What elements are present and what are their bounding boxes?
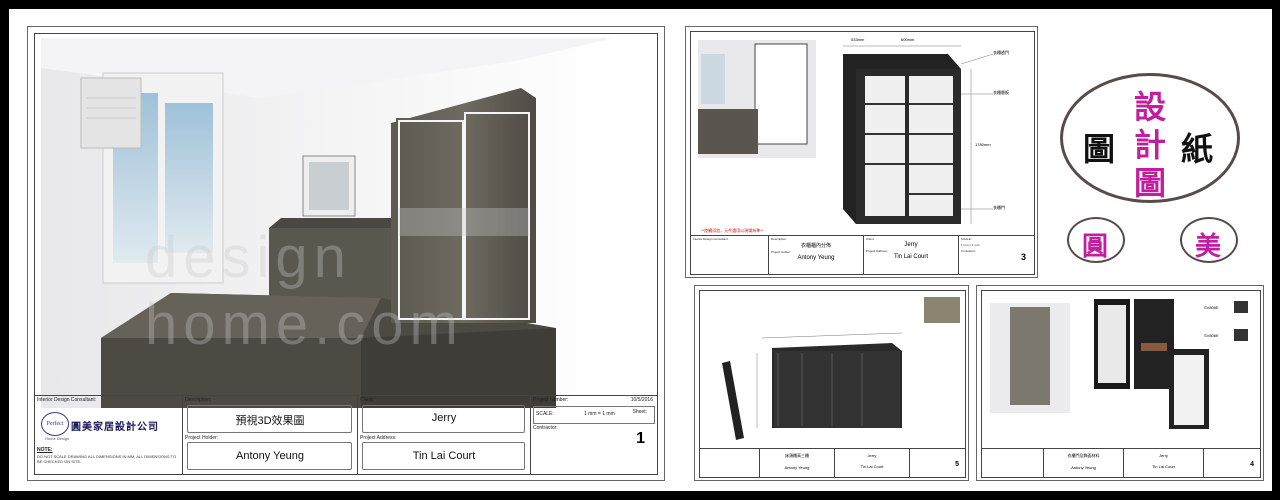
sheet5-description: 床頭櫃高三櫃: [785, 453, 809, 458]
drawing-frame: design home.com Interior Design Consulta…: [34, 33, 658, 475]
headboard-cabinet-drawing: [722, 297, 960, 440]
dim-depth: 533mm: [851, 37, 865, 42]
badge-left-char: 圖: [1083, 130, 1116, 168]
sheet5-holder: Antony Yeung: [784, 465, 810, 470]
note-red: **陸續添加，元件選用以現場為準**: [701, 228, 764, 233]
project-address-label: Project Address:: [360, 435, 397, 441]
wardrobe-interior-render: [698, 40, 994, 224]
company-name: 圓美家居設計公司: [71, 422, 159, 433]
design-drawing-badge: 圖 設 計 圖 紙: [1060, 73, 1240, 203]
sheet4-frame: SV806E SV806E 衣櫃門及飾面材料 Antony Yeung Jerr…: [981, 290, 1261, 478]
callout-2: 衣櫃層板: [993, 90, 1009, 95]
wardrobe-doors-drawing: [990, 299, 1248, 429]
consultant-label: Interior Design Consultant:: [37, 397, 97, 403]
project-address-value: Tin Lai Court: [412, 450, 476, 462]
sheet5-frame: 床頭櫃高三櫃 Antony Yeung Jerry Tin Lai Court …: [699, 290, 966, 478]
callout-3: 衣櫃門: [993, 205, 1005, 210]
project-holder-label: Project Holder:: [185, 435, 219, 441]
description-label: Description:: [185, 397, 212, 403]
material-label-2: SV806E: [1204, 333, 1219, 338]
sheet3-title-block: Interior Design Consultant: Description:…: [691, 235, 1034, 274]
sheet-label: Sheet:: [632, 409, 647, 415]
sheet3-number: 3: [1020, 252, 1026, 262]
air-conditioner: [80, 77, 142, 149]
drawing-sheet-4[interactable]: SV806E SV806E 衣櫃門及飾面材料 Antony Yeung Jerr…: [976, 285, 1264, 481]
client-label: Client:: [360, 397, 375, 403]
dim-height: 1780mm: [975, 142, 991, 147]
sheet3-description: 衣櫃櫃內分佈: [800, 243, 831, 249]
sheet5-address: Tin Lai Court: [860, 464, 884, 469]
gallery-panel: design home.com Interior Design Consulta…: [9, 9, 1272, 491]
sheet4-holder: Antony Yeung: [1071, 465, 1096, 470]
drawing-sheet-3[interactable]: 533mm 600mm 1780mm 衣櫃趟門 衣櫃層板 衣櫃門 **陸續添加，…: [685, 26, 1038, 278]
description-value: 預視3D效果圖: [235, 415, 305, 427]
sheet3-holder: Antony Yeung: [797, 255, 835, 261]
sheet-number: 1: [636, 430, 645, 447]
drawing-sheet-5[interactable]: 床頭櫃高三櫃 Antony Yeung Jerry Tin Lai Court …: [694, 285, 969, 481]
sheet4-address: Tin Lai Court: [1152, 464, 1175, 469]
scale-value: 1 mm = 1 mm: [584, 411, 615, 417]
title-block: Interior Design Consultant: Perfect 圓美家居…: [35, 395, 657, 474]
watermark: design home.com: [145, 225, 464, 357]
sheet5-title-block: 床頭櫃高三櫃 Antony Yeung Jerry Tin Lai Court …: [700, 448, 965, 477]
sheet5-number: 5: [955, 461, 959, 468]
project-holder-value: Antony Yeung: [236, 450, 304, 462]
callout-1: 衣櫃趟門: [993, 50, 1009, 55]
sheet3-frame: 533mm 600mm 1780mm 衣櫃趟門 衣櫃層板 衣櫃門 **陸續添加，…: [690, 31, 1035, 275]
sheet3-address: Tin Lai Court: [893, 254, 929, 260]
company-tag: Home Design: [45, 436, 70, 441]
material-label-1: SV806E: [1204, 305, 1219, 310]
sheet4-client: Jerry: [1159, 453, 1168, 458]
note-text: DO NOT SCALE DRAWING ALL DIMENSIONS IN M…: [37, 454, 177, 464]
sheet5-client: Jerry: [867, 453, 877, 458]
scale-label: SCALE:: [536, 411, 554, 417]
dim-width: 600mm: [901, 37, 915, 42]
main-drawing-sheet[interactable]: design home.com Interior Design Consulta…: [27, 26, 665, 481]
badge-center-char-3: 圖: [1134, 164, 1167, 202]
date-value: 10/5/2016: [630, 397, 653, 403]
contractor-label: Contractor:: [533, 425, 558, 431]
note-label: NOTE:: [37, 447, 53, 453]
sheet4-title-block: 衣櫃門及飾面材料 Antony Yeung Jerry Tin Lai Cour…: [982, 448, 1260, 477]
client-value: Jerry: [431, 412, 457, 424]
badge-small-left: 圓: [1067, 217, 1125, 263]
company-logo-icon: Perfect: [41, 412, 69, 436]
sheet4-description: 衣櫃門及飾面材料: [1067, 453, 1100, 458]
badge-right-char: 紙: [1181, 130, 1214, 168]
sheet4-number: 4: [1250, 461, 1254, 468]
badge-small-right: 美: [1180, 217, 1238, 263]
